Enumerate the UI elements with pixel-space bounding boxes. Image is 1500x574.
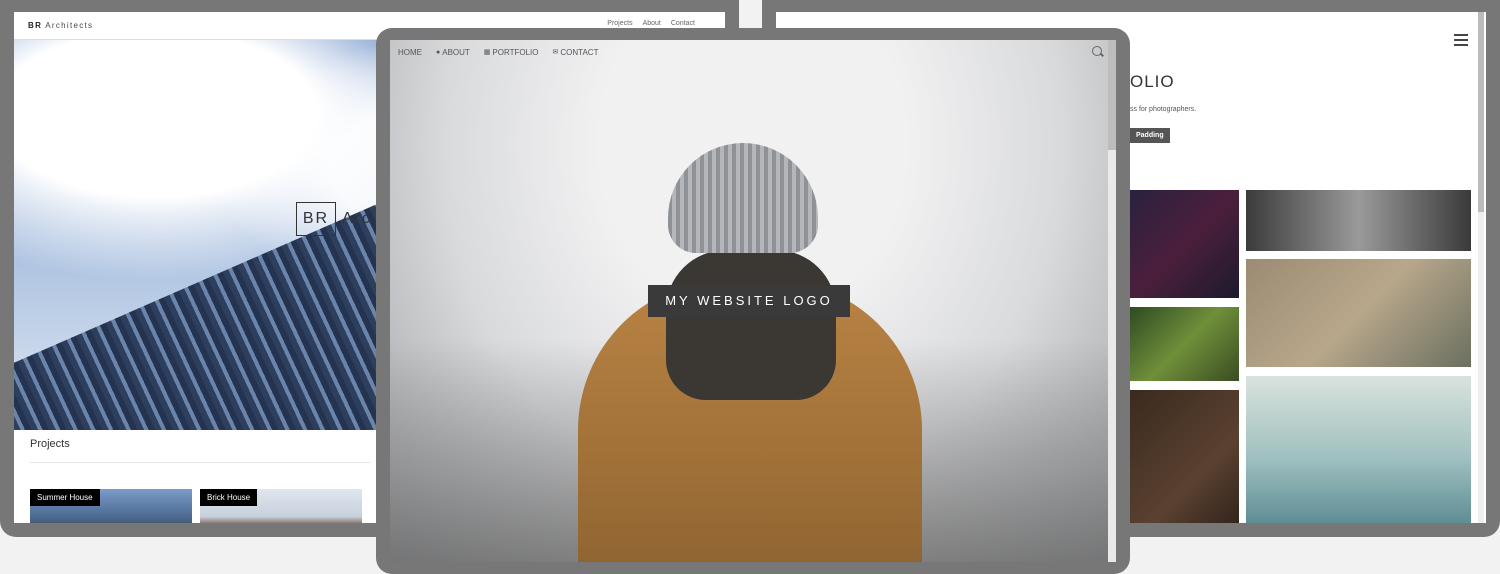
nav-link-about[interactable]: About [643, 20, 661, 27]
nav-portfolio[interactable]: ▦ PORTFOLIO [484, 48, 539, 57]
gallery-image[interactable] [1246, 376, 1471, 523]
envelope-icon: ✉ [552, 49, 559, 56]
nav-home[interactable]: HOME [398, 48, 422, 57]
nav-contact-label: CONTACT [560, 47, 599, 57]
nav-about-label: ABOUT [442, 47, 470, 57]
scrollbar[interactable] [1108, 40, 1116, 562]
grid-icon: ▦ [483, 49, 491, 56]
scrollbar-thumb[interactable] [1478, 12, 1484, 212]
nav-links: Projects About Contact [607, 20, 695, 27]
top-nav: HOME ● ABOUT ▦ PORTFOLIO ✉ CONTACT [390, 40, 1116, 64]
hamburger-menu-icon[interactable] [1454, 34, 1468, 49]
nav-portfolio-label: PORTFOLIO [492, 47, 539, 57]
hero-logo-box: BR [296, 202, 336, 236]
person-hood-image [666, 250, 836, 400]
center-device-frame: HOME ● ABOUT ▦ PORTFOLIO ✉ CONTACT MY WEBSI… [376, 28, 1130, 574]
gallery-image[interactable] [1130, 307, 1239, 381]
project-card-summer-house[interactable]: Summer House [30, 489, 192, 523]
project-caption: Summer House [30, 489, 100, 506]
search-icon[interactable] [1092, 46, 1102, 56]
project-caption: Brick House [200, 489, 258, 506]
nav-home-label: HOME [398, 47, 422, 57]
brand-logo[interactable]: BR Architects [28, 21, 93, 30]
gallery-image[interactable] [1246, 190, 1471, 251]
divider [30, 462, 370, 463]
nav-contact[interactable]: ✉ CONTACT [553, 48, 599, 57]
brand-rest: Architects [42, 21, 94, 30]
brand-bold: BR [28, 21, 43, 30]
photo-site-screen: HOME ● ABOUT ▦ PORTFOLIO ✉ CONTACT MY WEBSI… [390, 40, 1116, 562]
padding-filter-button[interactable]: Padding [1130, 128, 1170, 143]
gallery-image[interactable] [1246, 259, 1471, 367]
scrollbar-thumb[interactable] [1108, 40, 1116, 150]
project-card-brick-house[interactable]: Brick House [200, 489, 362, 523]
gallery-image[interactable] [1130, 390, 1239, 523]
page-description: ss for photographers. [1130, 106, 1197, 113]
hero-logo-text: Arc [342, 210, 372, 227]
section-title-projects: Projects [30, 438, 70, 450]
page-title: OLIO [1130, 72, 1175, 91]
nav-link-contact[interactable]: Contact [671, 20, 695, 27]
nav-about[interactable]: ● ABOUT [436, 48, 470, 57]
nav-link-projects[interactable]: Projects [607, 20, 632, 27]
site-logo-badge: MY WEBSITE LOGO [648, 285, 850, 317]
gallery-image[interactable] [1130, 190, 1239, 298]
user-icon: ● [436, 48, 441, 56]
scrollbar[interactable] [1478, 12, 1484, 523]
